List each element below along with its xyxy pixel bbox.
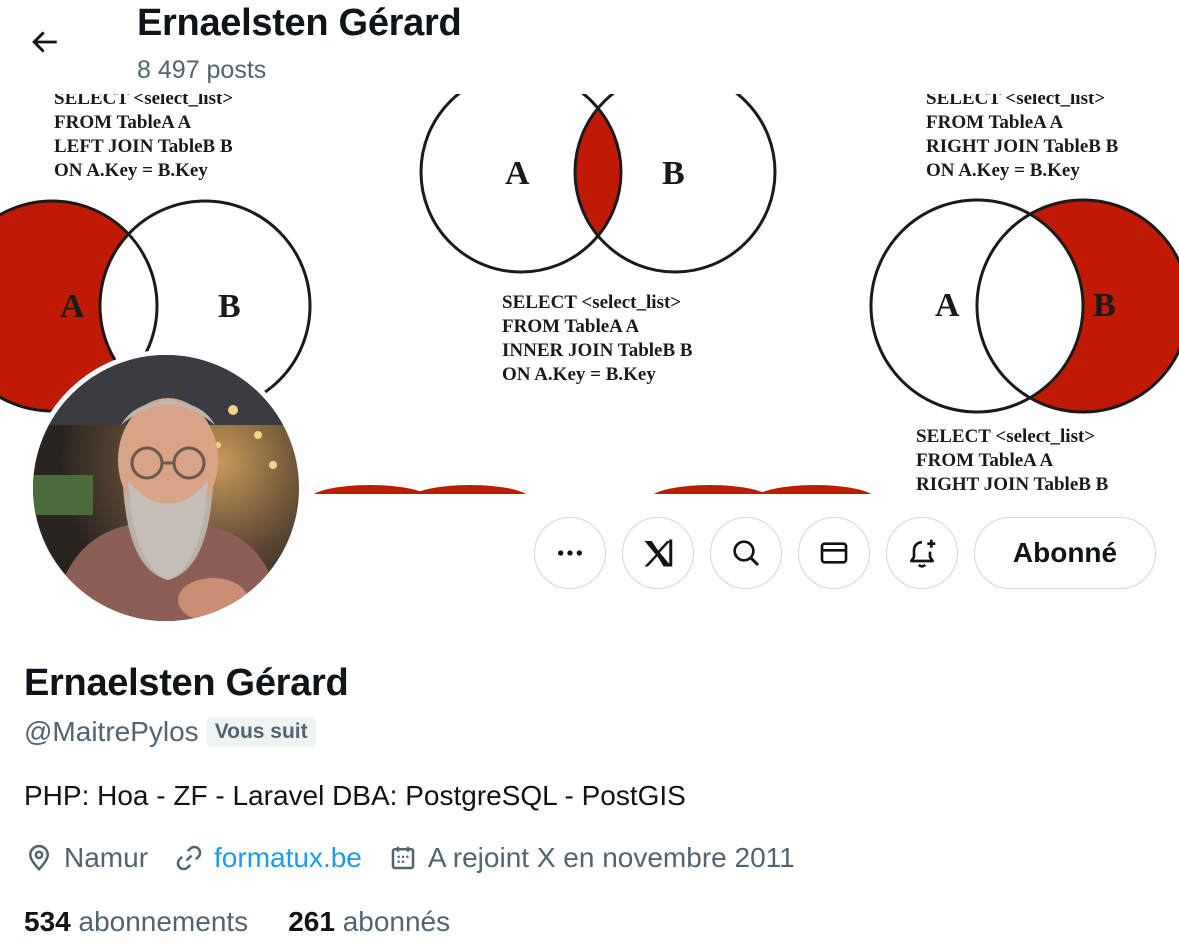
- website-link[interactable]: formatux.be: [214, 842, 362, 874]
- left-sql-line-3: LEFT JOIN TableB B: [54, 136, 233, 157]
- envelope-icon: [820, 542, 848, 564]
- left-sql-line-4: ON A.Key = B.Key: [54, 160, 208, 181]
- followers-count: 261: [288, 906, 335, 937]
- location-item: Namur: [24, 842, 148, 874]
- bottom-right-sql-line-2: FROM TableA A: [916, 450, 1054, 471]
- profile-meta: Namur formatux.be A rejoint X en novembr…: [24, 842, 821, 874]
- link-icon: [176, 845, 202, 871]
- location-pin-icon: [28, 844, 50, 872]
- bottom-partial-diagrams: [313, 485, 872, 494]
- left-venn-label-a: A: [60, 288, 85, 325]
- more-dots-icon: [558, 550, 582, 556]
- right-sql-line-1: SELECT <select_list>: [926, 94, 1105, 109]
- back-button[interactable]: [20, 18, 68, 66]
- website-item: formatux.be: [174, 842, 362, 874]
- profile-name: Ernaelsten Gérard: [24, 662, 349, 704]
- center-sql-line-3: INNER JOIN TableB B: [502, 340, 693, 361]
- header-post-count: 8 497 posts: [137, 56, 267, 84]
- avatar[interactable]: [28, 350, 304, 626]
- right-sql-line-3: RIGHT JOIN TableB B: [926, 136, 1119, 157]
- following-button[interactable]: Abonné: [974, 517, 1156, 589]
- follows-you-badge: Vous suit: [206, 717, 316, 747]
- following-count: 534: [24, 906, 71, 937]
- left-sql-line-2: FROM TableA A: [54, 112, 192, 133]
- message-button[interactable]: [798, 517, 870, 589]
- more-options-button[interactable]: [534, 517, 606, 589]
- left-sql-line-1: SELECT <select_list>: [54, 94, 233, 109]
- profile-handle: @MaitrePylos: [24, 716, 199, 747]
- right-venn-label-a: A: [935, 287, 960, 324]
- center-sql-line-4: ON A.Key = B.Key: [502, 364, 656, 385]
- center-sql-line-1: SELECT <select_list>: [502, 292, 681, 313]
- bottom-right-sql-line-3: RIGHT JOIN TableB B: [916, 474, 1109, 494]
- center-venn-label-b: B: [662, 155, 685, 192]
- bell-plus-icon: [910, 539, 936, 568]
- grok-icon: [644, 539, 673, 567]
- inner-join-diagram: A B: [419, 94, 777, 274]
- grok-button[interactable]: [622, 517, 694, 589]
- avatar-photo: [33, 355, 299, 621]
- right-sql-line-4: ON A.Key = B.Key: [926, 160, 1080, 181]
- followers-label: abonnés: [342, 906, 451, 937]
- right-join-diagram: A B: [869, 198, 1179, 414]
- arrow-left-icon: [32, 31, 57, 53]
- joined-text: A rejoint X en novembre 2011: [427, 842, 795, 873]
- center-sql-line-2: FROM TableA A: [502, 316, 640, 337]
- search-icon: [733, 540, 760, 567]
- center-venn-label-a: A: [505, 155, 530, 192]
- follow-stats: 534 abonnements 261 abonnés: [24, 906, 490, 938]
- following-stat[interactable]: 534 abonnements: [24, 906, 248, 938]
- search-posts-button[interactable]: [710, 517, 782, 589]
- handle-row: @MaitrePylos Vous suit: [24, 716, 316, 748]
- right-sql-line-2: FROM TableA A: [926, 112, 1064, 133]
- calendar-icon: [391, 846, 415, 870]
- right-venn-label-b: B: [1093, 287, 1116, 324]
- header-title: Ernaelsten Gérard: [137, 2, 462, 44]
- bottom-right-sql-line-1: SELECT <select_list>: [916, 426, 1095, 447]
- followers-stat[interactable]: 261 abonnés: [288, 906, 450, 938]
- profile-bio: PHP: Hoa - ZF - Laravel DBA: PostgreSQL …: [24, 780, 686, 811]
- joined-item: A rejoint X en novembre 2011: [388, 842, 795, 874]
- location-text: Namur: [64, 842, 149, 873]
- following-label: abonnements: [78, 906, 249, 937]
- left-venn-label-b: B: [218, 288, 241, 325]
- notifications-button[interactable]: [886, 517, 958, 589]
- top-header: Ernaelsten Gérard 8 497 posts: [0, 0, 1179, 94]
